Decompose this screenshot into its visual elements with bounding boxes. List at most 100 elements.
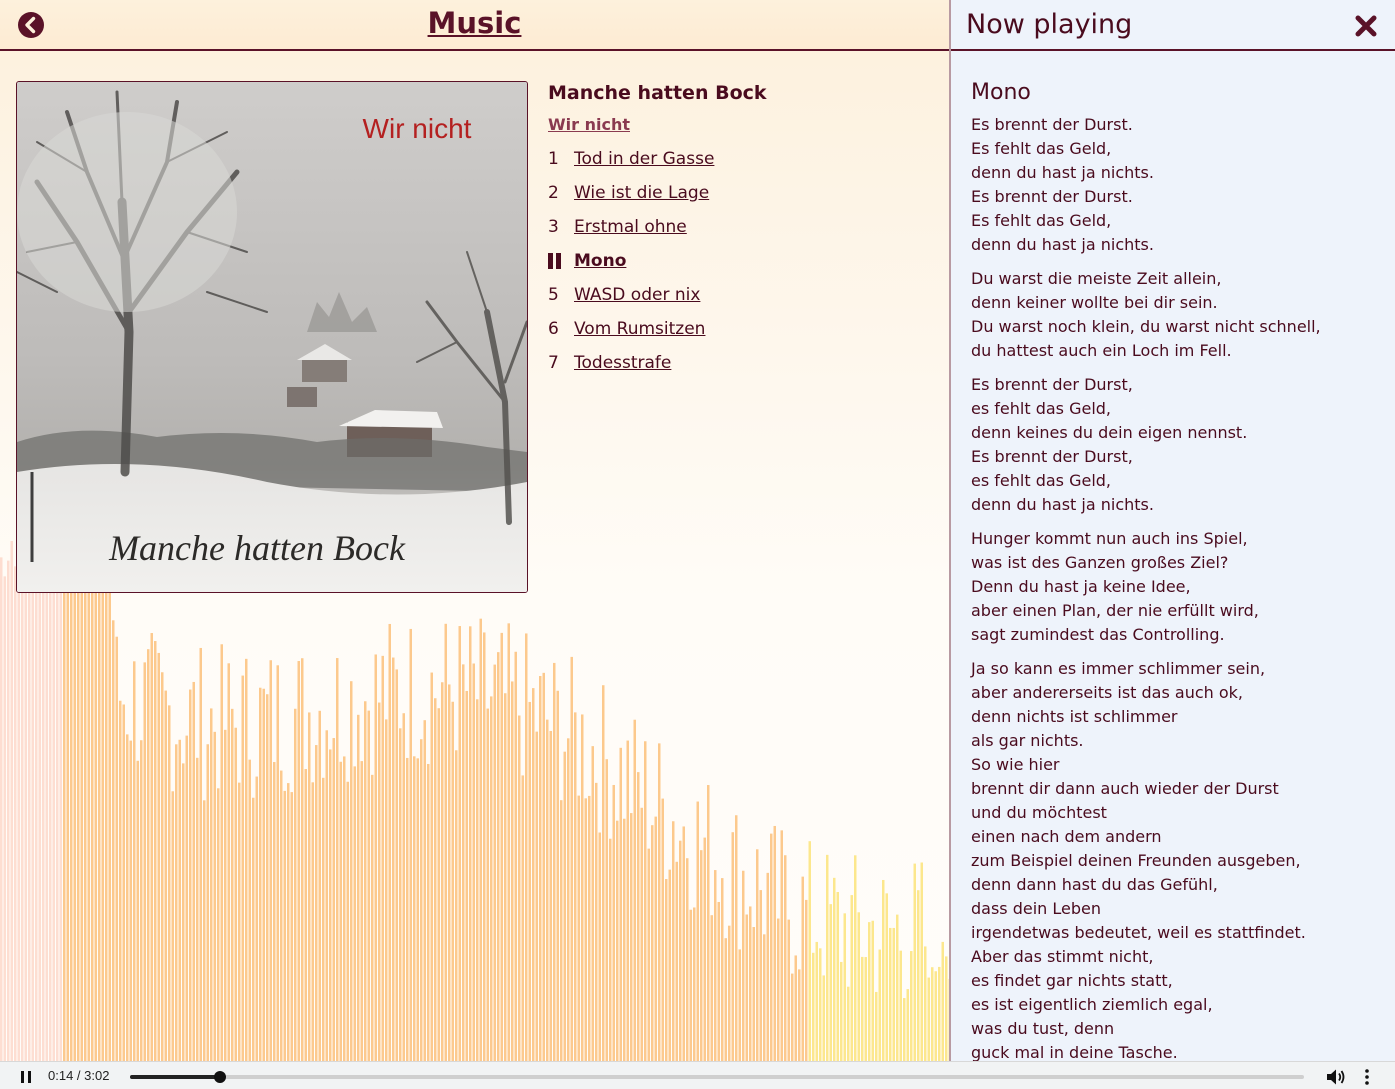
- visualizer-bar: [654, 816, 657, 1061]
- visualizer-bar: [514, 651, 517, 1061]
- visualizer-bar: [483, 632, 486, 1061]
- visualizer-bar: [343, 756, 346, 1061]
- page-title[interactable]: Music: [0, 6, 949, 40]
- lyric-line: dass dein Leben: [971, 899, 1102, 918]
- visualizer-bar: [91, 577, 94, 1061]
- visualizer-bar: [241, 675, 244, 1061]
- lyric-line: Es brennt der Durst,: [971, 375, 1133, 394]
- volume-button[interactable]: [1326, 1068, 1346, 1086]
- track-number: 3: [548, 217, 559, 237]
- track-item[interactable]: 2 Wie ist die Lage: [548, 176, 928, 210]
- visualizer-bar: [210, 708, 213, 1061]
- lyric-line: Du warst noch klein, du warst nicht schn…: [971, 317, 1321, 336]
- track-item[interactable]: 5 WASD oder nix: [548, 278, 928, 312]
- track-item-playing[interactable]: Mono: [548, 244, 928, 278]
- visualizer-bar: [770, 833, 773, 1061]
- visualizer-bar: [143, 662, 146, 1061]
- visualizer-bar: [941, 941, 944, 1061]
- track-item[interactable]: 1 Tod in der Gasse: [548, 142, 928, 176]
- lyrics-stanzas: Es brennt der Durst. Es fehlt das Geld, de…: [971, 113, 1371, 1065]
- track-item[interactable]: 6 Vom Rumsitzen: [548, 312, 928, 346]
- visualizer-bar: [511, 681, 514, 1061]
- seek-bar[interactable]: [130, 1071, 1304, 1083]
- visualizer-bar: [448, 684, 451, 1061]
- lyric-line: Es fehlt das Geld,: [971, 211, 1112, 230]
- visualizer-bar: [185, 735, 188, 1061]
- track-item[interactable]: 7 Todesstrafe: [548, 346, 928, 380]
- visualizer-bar: [689, 909, 692, 1061]
- pause-icon[interactable]: [548, 253, 574, 269]
- visualizer-bar: [644, 741, 647, 1061]
- close-button[interactable]: [1355, 15, 1377, 37]
- visualizer-bar: [35, 587, 38, 1061]
- visualizer-bar: [353, 766, 356, 1061]
- seek-progress: [130, 1075, 221, 1079]
- lyric-line: aber einen Plan, der nie erfüllt wird,: [971, 601, 1259, 620]
- visualizer-bar: [364, 701, 367, 1061]
- visualizer-bar: [822, 975, 825, 1061]
- lyric-line: denn du hast ja nichts.: [971, 495, 1154, 514]
- lyric-line: einen nach dem andern: [971, 827, 1162, 846]
- lyric-line: du hattest auch ein Loch im Fell.: [971, 341, 1232, 360]
- visualizer-bar: [129, 740, 132, 1061]
- track-title-link[interactable]: WASD oder nix: [574, 285, 700, 305]
- visualizer-bar: [304, 769, 307, 1061]
- lyrics-stanza: Hunger kommt nun auch ins Spiel, was ist …: [971, 527, 1371, 647]
- visualizer-bar: [889, 927, 892, 1061]
- visualizer-bar: [409, 628, 412, 1061]
- visualizer-bar: [42, 564, 45, 1061]
- visualizer-bar: [927, 977, 930, 1061]
- track-title-link[interactable]: Todesstrafe: [574, 353, 671, 373]
- lyric-line: als gar nichts.: [971, 731, 1084, 750]
- artist-link[interactable]: Wir nicht: [548, 114, 630, 136]
- visualizer-bar: [668, 869, 671, 1061]
- more-options-button[interactable]: [1362, 1068, 1372, 1086]
- visualizer-bar: [161, 672, 164, 1061]
- track-title-link[interactable]: Wie ist die Lage: [574, 183, 709, 203]
- visualizer-bar: [367, 710, 370, 1061]
- visualizer-bar: [798, 969, 801, 1061]
- visualizer-bar: [206, 744, 209, 1061]
- visualizer-bar: [675, 861, 678, 1061]
- lyric-line: Hunger kommt nun auch ins Spiel,: [971, 529, 1248, 548]
- visualizer-bar: [133, 661, 136, 1061]
- visualizer-bar: [920, 862, 923, 1061]
- track-title-link[interactable]: Tod in der Gasse: [574, 149, 714, 169]
- lyric-line: es fehlt das Geld,: [971, 399, 1111, 418]
- lyric-line: Es brennt der Durst.: [971, 115, 1133, 134]
- track-title-link[interactable]: Mono: [574, 251, 626, 271]
- music-pane: Music Wir nicht Manche hatten Bock Manch…: [0, 0, 949, 1089]
- play-pause-button[interactable]: [18, 1069, 34, 1085]
- visualizer-bar: [140, 740, 143, 1061]
- visualizer-bar: [182, 763, 185, 1061]
- track-item[interactable]: 3 Erstmal ohne: [548, 210, 928, 244]
- visualizer-bar: [910, 951, 913, 1061]
- visualizer-bar: [640, 807, 643, 1061]
- visualizer-bar: [14, 566, 17, 1061]
- visualizer-bar: [584, 798, 587, 1061]
- visualizer-bar: [931, 967, 934, 1061]
- visualizer-bar: [819, 948, 822, 1061]
- visualizer-bar: [385, 719, 388, 1061]
- visualizer-bar: [556, 690, 559, 1061]
- track-number: 1: [548, 149, 559, 169]
- visualizer-bar: [381, 655, 384, 1061]
- track-title-link[interactable]: Erstmal ohne: [574, 217, 687, 237]
- visualizer-bar: [294, 708, 297, 1061]
- visualizer-bar: [199, 647, 202, 1061]
- visualizer-bar: [311, 782, 314, 1061]
- visualizer-bar: [119, 700, 122, 1061]
- visualizer-bar: [633, 719, 636, 1061]
- visualizer-bar: [696, 801, 699, 1061]
- track-title-link[interactable]: Vom Rumsitzen: [574, 319, 705, 339]
- visualizer-bar: [77, 541, 80, 1061]
- visualizer-bar: [266, 694, 269, 1061]
- visualizer-bar: [318, 710, 321, 1061]
- seek-thumb[interactable]: [214, 1071, 227, 1083]
- visualizer-bar: [626, 740, 629, 1061]
- visualizer-bar: [605, 759, 608, 1061]
- track-number: 6: [548, 319, 559, 339]
- visualizer-bar: [777, 918, 780, 1061]
- visualizer-bar: [490, 696, 493, 1061]
- visualizer-bar: [136, 760, 139, 1061]
